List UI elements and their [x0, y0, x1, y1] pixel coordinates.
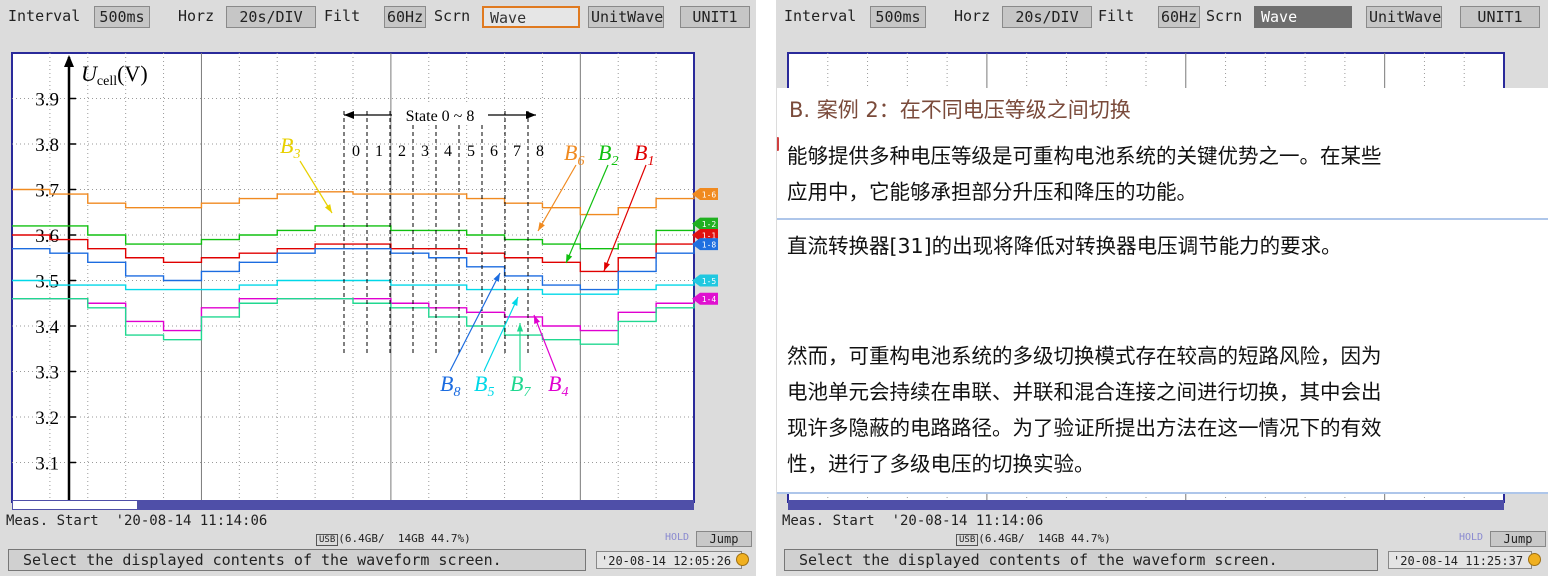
interval-label: Interval [8, 7, 81, 25]
message-row: Select the displayed contents of the wav… [0, 549, 756, 571]
marker-dot [777, 137, 781, 151]
header-bar: Interval 500ms Horz 20s/DIV Filt 60Hz Sc… [0, 0, 756, 33]
filt-value[interactable]: 60Hz [384, 6, 426, 28]
state-number: 2 [398, 143, 406, 160]
state-number: 3 [421, 143, 429, 160]
hold-indicator: HOLD [1458, 532, 1484, 543]
y-tick-label: 3.6 [35, 226, 59, 247]
divider [777, 218, 1548, 220]
meas-start-label: Meas. Start [782, 513, 875, 529]
paragraph-3-line-1: 然而，可重构电池系统的多级切换模式存在较高的短路风险，因为 [787, 344, 1382, 368]
channel-marker-label: 1-5 [702, 277, 717, 286]
paragraph-3-line-4: 性，进行了多级电压的切换实验。 [787, 452, 1095, 476]
usb-icon: USB [956, 534, 979, 546]
status-message: Select the displayed contents of the wav… [8, 549, 586, 571]
storage-status-row: USB (6.4GB/ 14GB 44.7%) HOLD Jump [0, 530, 756, 548]
channel-marker-label: 1-8 [702, 241, 717, 250]
usb-capacity: (6.4GB/ 14GB 44.7%) [338, 532, 471, 545]
filt-value[interactable]: 60Hz [1158, 6, 1200, 28]
paragraph-3-line-2: 电池单元会持续在串联、并联和混合连接之间进行切换，其中会出 [787, 380, 1382, 404]
unitwave-button[interactable]: UnitWave [588, 6, 664, 28]
horz-value[interactable]: 20s/DIV [1002, 6, 1092, 28]
filt-label: Filt [324, 7, 361, 25]
state-number: 7 [513, 143, 521, 160]
horz-label: Horz [178, 7, 215, 25]
interval-value[interactable]: 500ms [94, 6, 150, 28]
message-row: Select the displayed contents of the wav… [776, 549, 1548, 571]
scrn-value[interactable]: Wave [482, 6, 580, 28]
hold-indicator: HOLD [664, 532, 690, 543]
clock-display: '20-08-14 11:25:37 [1388, 551, 1532, 569]
usb-capacity: (6.4GB/ 14GB 44.7%) [978, 532, 1111, 545]
state-number: 8 [536, 143, 544, 160]
time-scrollbar-thumb[interactable] [12, 500, 138, 510]
channel-marker-label: 1-2 [702, 220, 717, 229]
horz-value[interactable]: 20s/DIV [226, 6, 316, 28]
paragraph-1-line-2: 应用中，它能够承担部分升压和降压的功能。 [787, 180, 1197, 204]
clock-icon [1528, 553, 1541, 566]
scrn-label: Scrn [434, 7, 471, 25]
scrn-value[interactable]: Wave [1254, 6, 1352, 28]
usb-status: USB (6.4GB/ 14GB 44.7%) [316, 532, 471, 547]
horz-label: Horz [954, 7, 991, 25]
meas-start: Meas. Start '20-08-14 11:14:06 [0, 512, 756, 530]
jump-button[interactable]: Jump [696, 531, 752, 547]
header-bar: Interval 500ms Horz 20s/DIV Filt 60Hz Sc… [776, 0, 1548, 33]
state-range-label: State 0 ~ 8 [406, 108, 475, 125]
storage-status-row: USB (6.4GB/ 14GB 44.7%) HOLD Jump [776, 530, 1548, 548]
interval-label: Interval [784, 7, 857, 25]
jump-button[interactable]: Jump [1490, 531, 1546, 547]
translation-overlay: B. 案例 2：在不同电压等级之间切换 能够提供多种电压等级是可重构电池系统的关… [777, 88, 1548, 494]
paragraph-1-line-1: 能够提供多种电压等级是可重构电池系统的关键优势之一。在某些 [787, 144, 1382, 168]
state-number: 6 [490, 143, 498, 160]
y-tick-label: 3.3 [35, 363, 59, 384]
state-number: 4 [444, 143, 452, 160]
clock-icon [736, 553, 749, 566]
y-tick-label: 3.7 [35, 181, 59, 202]
scrn-label: Scrn [1206, 7, 1243, 25]
y-tick-label: 3.1 [35, 454, 59, 475]
meas-start-label: Meas. Start [6, 513, 99, 529]
paragraph-3-line-3: 现许多隐蔽的电路路径。为了验证所提出方法在这一情况下的有效 [787, 416, 1382, 440]
interval-value[interactable]: 500ms [870, 6, 926, 28]
y-tick-label: 3.8 [35, 135, 59, 156]
y-tick-label: 3.2 [35, 408, 59, 429]
unitwave-button[interactable]: UnitWave [1366, 6, 1442, 28]
unit-button[interactable]: UNIT1 [1460, 6, 1540, 28]
clock-display: '20-08-14 12:05:26 [596, 551, 742, 569]
divider [777, 492, 1548, 494]
channel-marker-label: 1-4 [702, 295, 717, 304]
waveform-chart[interactable]: 3.93.83.73.63.53.43.33.23.1Ucell(V)0 1 2 3 4… [0, 33, 756, 503]
time-scrollbar[interactable] [788, 500, 1504, 510]
usb-status: USB (6.4GB/ 14GB 44.7%) [956, 532, 1111, 547]
section-title: B. 案例 2：在不同电压等级之间切换 [789, 98, 1131, 122]
y-tick-label: 3.5 [35, 272, 59, 293]
state-number: 5 [467, 143, 475, 160]
paragraph-2: 直流转换器[31]的出现将降低对转换器电压调节能力的要求。 [787, 234, 1342, 258]
state-number: 0 [352, 143, 360, 160]
y-tick-label: 3.4 [35, 317, 59, 338]
y-tick-label: 3.9 [35, 90, 59, 111]
meas-start-value: '20-08-14 11:14:06 [115, 513, 268, 529]
state-number: 1 [375, 143, 383, 160]
meas-start: Meas. Start '20-08-14 11:14:06 [776, 512, 1548, 530]
meas-start-value: '20-08-14 11:14:06 [891, 513, 1044, 529]
logger-screen-left: Interval 500ms Horz 20s/DIV Filt 60Hz Sc… [0, 0, 756, 576]
unit-button[interactable]: UNIT1 [680, 6, 750, 28]
channel-marker-label: 1-6 [702, 191, 717, 200]
usb-icon: USB [316, 534, 339, 546]
status-message: Select the displayed contents of the wav… [784, 549, 1378, 571]
filt-label: Filt [1098, 7, 1135, 25]
